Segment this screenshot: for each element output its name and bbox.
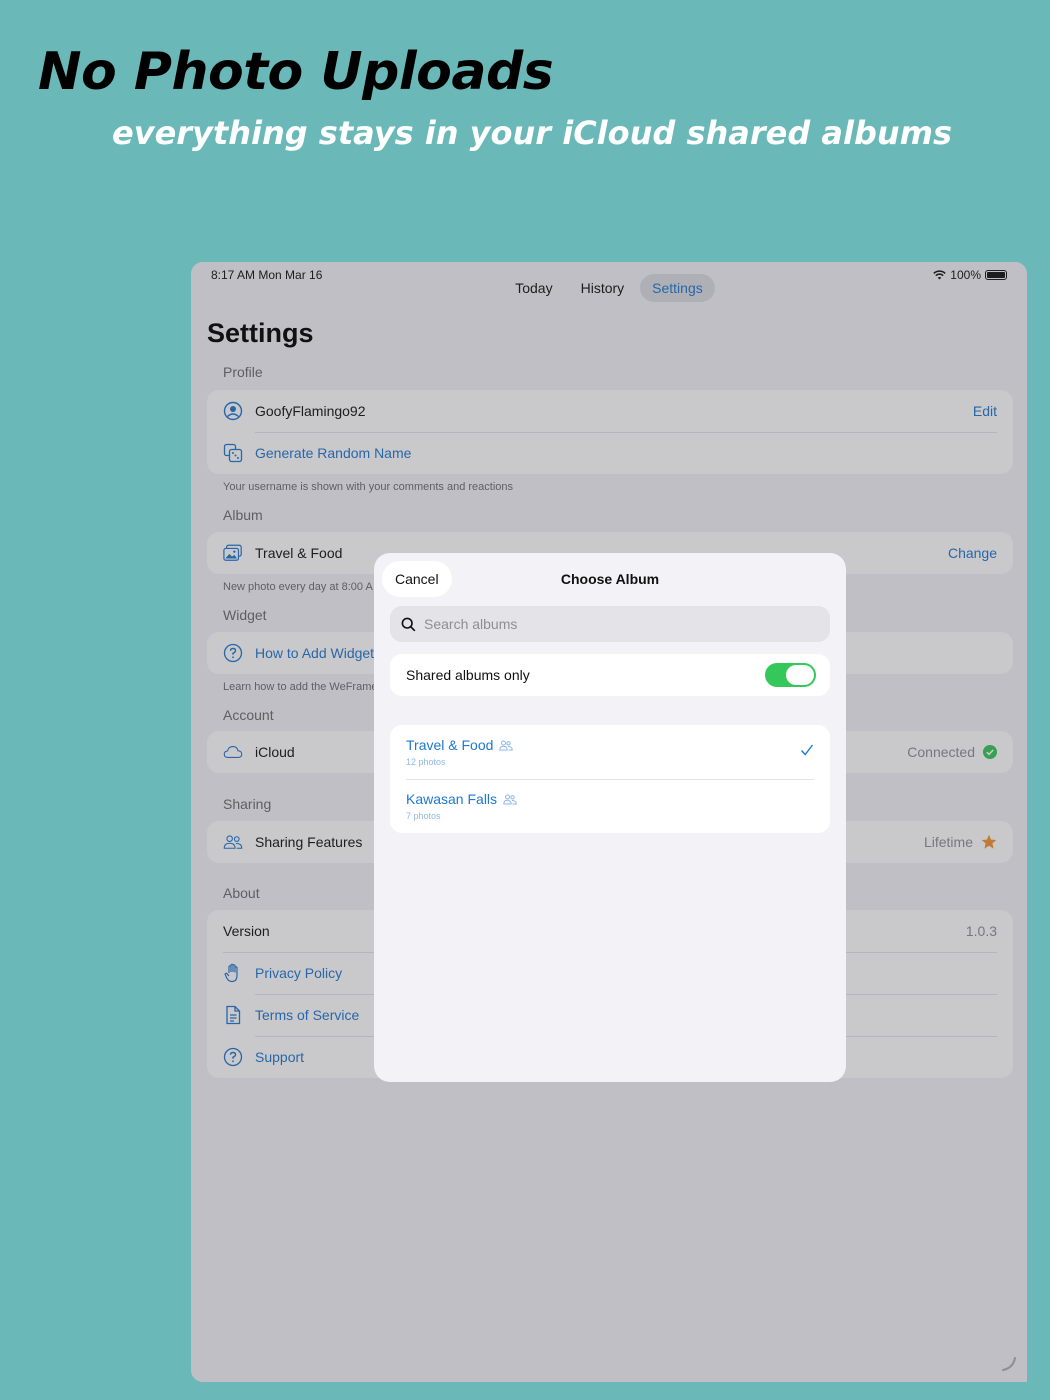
shared-only-row: Shared albums only (390, 654, 830, 696)
album-option-count: 12 photos (406, 757, 446, 767)
shared-people-icon (503, 794, 517, 804)
album-list: Travel & Food 12 photos Kawasan Falls 7 … (390, 725, 830, 833)
choose-album-sheet: Cancel Choose Album Shared albums only T… (374, 553, 846, 1082)
search-albums-input[interactable] (424, 616, 804, 632)
headline: No Photo Uploads (38, 42, 554, 102)
album-option[interactable]: Travel & Food 12 photos (390, 725, 830, 779)
ipad-screen: 8:17 AM Mon Mar 16 100% Today History Se… (191, 262, 1027, 1382)
checkmark-icon (800, 744, 814, 756)
search-icon (401, 617, 416, 631)
shared-only-label: Shared albums only (406, 667, 530, 683)
sheet-title: Choose Album (560, 571, 660, 587)
album-option-name: Kawasan Falls (406, 791, 498, 807)
resize-handle-icon[interactable] (1001, 1356, 1017, 1372)
album-option-name: Travel & Food (406, 737, 494, 753)
subline: everything stays in your iCloud shared a… (112, 114, 953, 152)
album-option[interactable]: Kawasan Falls 7 photos (390, 779, 830, 833)
shared-people-icon (499, 740, 514, 750)
search-bar[interactable] (390, 606, 830, 642)
album-option-count: 7 photos (406, 811, 441, 821)
shared-only-toggle[interactable] (765, 663, 816, 687)
